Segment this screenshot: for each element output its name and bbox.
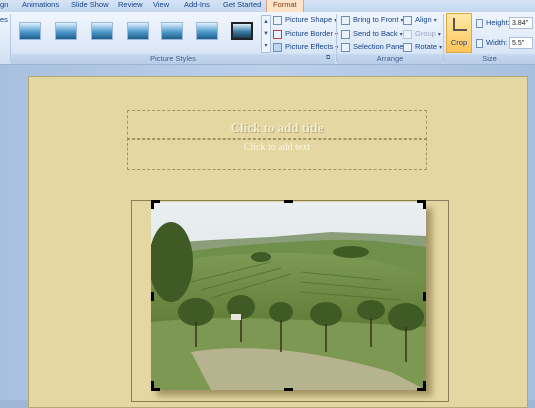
text-placeholder-text: Click to add text	[243, 142, 311, 153]
height-label: Height:	[476, 17, 510, 29]
align-label: Align	[415, 15, 432, 24]
selection-pane-label: Selection Pane	[353, 42, 404, 51]
crop-handle[interactable]	[423, 200, 426, 209]
chevron-down-icon: ▾	[433, 18, 437, 24]
height-field[interactable]: 3.84"	[509, 17, 533, 29]
crop-handle[interactable]	[417, 388, 426, 391]
ribbon: es ▲▼▾ Picture Shape▾ Picture Border▾ Pi…	[0, 12, 535, 65]
picture-border-icon	[273, 29, 282, 39]
group-label-size: Size	[444, 54, 535, 64]
selection-pane-icon	[341, 42, 350, 52]
picture-style-thumb[interactable]	[19, 22, 41, 40]
crop-handle[interactable]	[151, 200, 154, 209]
dialog-launcher-icon[interactable]: ⧉	[326, 55, 330, 62]
height-icon	[476, 18, 483, 28]
tab-animations[interactable]: Animations	[22, 0, 59, 12]
group-label-arrange: Arrange	[337, 54, 443, 64]
align-button[interactable]: Align ▾	[403, 14, 437, 26]
picture-effects-button[interactable]: Picture Effects▾	[273, 41, 338, 53]
crop-label: Crop	[450, 38, 468, 47]
picture-style-thumb[interactable]	[127, 22, 149, 40]
picture-style-thumb[interactable]	[161, 22, 183, 40]
tab-slide-show[interactable]: Slide Show	[71, 0, 109, 12]
tab-view[interactable]: View	[153, 0, 169, 12]
tab-get-started[interactable]: Get Started	[223, 0, 261, 12]
group-button[interactable]: Group ▾	[403, 28, 441, 40]
crop-handle[interactable]	[284, 388, 293, 391]
ribbon-tab-bar: gn Animations Slide Show Review View Add…	[0, 0, 535, 12]
send-to-back-icon	[341, 29, 350, 39]
crop-button[interactable]: Crop	[446, 13, 472, 53]
tab-add-ins[interactable]: Add-Ins	[184, 0, 210, 12]
picture-style-thumb-selected[interactable]	[231, 22, 253, 40]
bring-to-front-button[interactable]: Bring to Front ▾	[341, 14, 403, 26]
picture-style-thumb[interactable]	[91, 22, 113, 40]
send-to-back-label: Send to Back	[353, 29, 398, 38]
title-placeholder-text: Click to add title	[230, 120, 324, 135]
crop-handle[interactable]	[151, 292, 154, 301]
width-label: Width:	[476, 37, 507, 49]
rotate-label: Rotate	[415, 42, 438, 51]
title-placeholder[interactable]: Click to add title	[127, 110, 427, 140]
rotate-button[interactable]: Rotate ▾	[403, 41, 442, 53]
gallery-scroll-arrows[interactable]: ▲ ▼ ▾	[261, 15, 271, 53]
chevron-down-icon: ▾	[439, 45, 443, 51]
chevron-down-icon: ▾	[437, 32, 441, 38]
landscape-image	[151, 202, 426, 390]
rotate-icon	[403, 42, 412, 52]
tab-review[interactable]: Review	[118, 0, 143, 12]
ribbon-left-fragment: es	[0, 15, 8, 24]
landscape-picture[interactable]	[151, 202, 426, 390]
picture-shape-button[interactable]: Picture Shape▾	[273, 14, 337, 26]
bring-to-front-icon	[341, 15, 350, 25]
picture-style-thumb[interactable]	[196, 22, 218, 40]
crop-handle[interactable]	[284, 200, 293, 203]
picture-effects-label: Picture Effects	[285, 42, 334, 51]
selection-pane-button[interactable]: Selection Pane	[341, 41, 403, 53]
send-to-back-button[interactable]: Send to Back ▾	[341, 28, 403, 40]
picture-effects-icon	[273, 42, 282, 52]
tab-format[interactable]: Format	[266, 0, 304, 12]
group-icon	[403, 29, 412, 39]
picture-shape-icon	[273, 15, 282, 25]
crop-handle[interactable]	[151, 388, 160, 391]
crop-handle[interactable]	[423, 292, 426, 301]
tab-design[interactable]: gn	[0, 0, 8, 12]
picture-border-label: Picture Border	[285, 29, 333, 38]
text-placeholder[interactable]: Click to add text	[127, 138, 427, 170]
picture-style-thumb[interactable]	[55, 22, 77, 40]
align-icon	[403, 15, 412, 25]
width-field[interactable]: 5.5"	[509, 37, 533, 49]
picture-border-button[interactable]: Picture Border▾	[273, 28, 338, 40]
bring-to-front-label: Bring to Front	[353, 15, 399, 24]
width-icon	[476, 38, 483, 48]
picture-shape-label: Picture Shape	[285, 15, 333, 24]
group-label-picture-styles: Picture Styles	[11, 54, 335, 64]
crop-icon	[453, 18, 467, 31]
group-label: Group	[415, 29, 436, 38]
